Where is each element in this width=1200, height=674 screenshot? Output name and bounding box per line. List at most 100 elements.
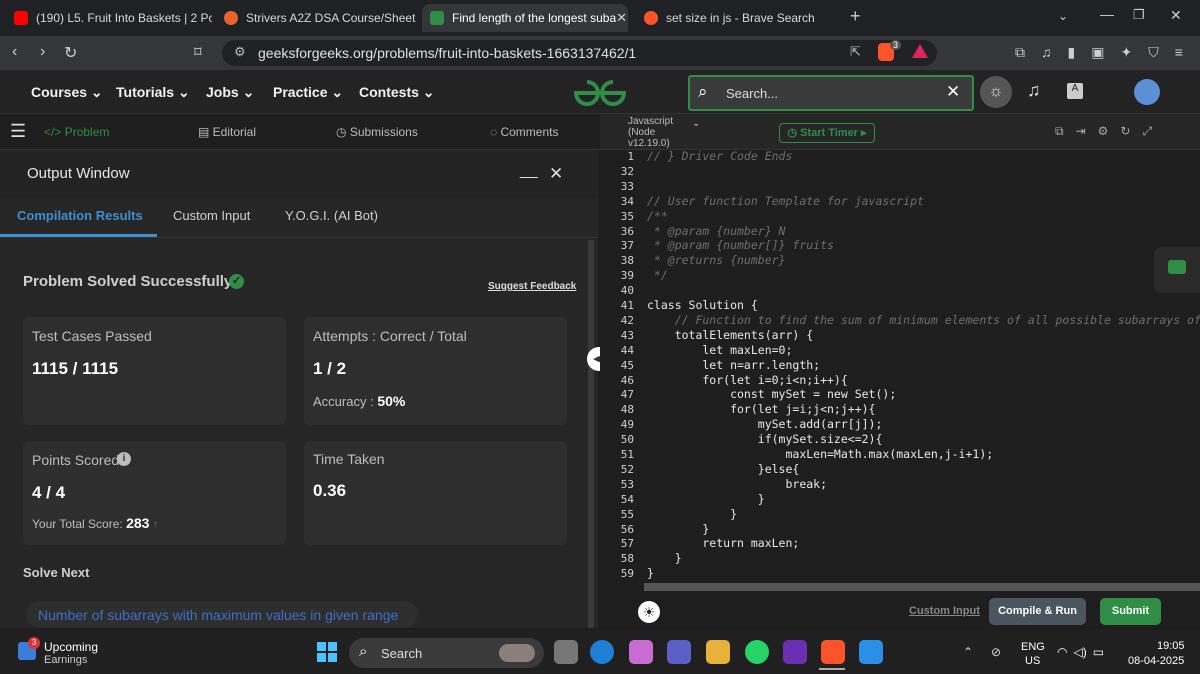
code-line[interactable]: maxLen=Math.max(maxLen,j-i+1);: [647, 447, 1200, 461]
avatar[interactable]: [1134, 79, 1160, 105]
code-line[interactable]: const mySet = new Set();: [647, 387, 1200, 401]
code-line[interactable]: totalElements(arr) {: [647, 328, 1200, 342]
file-explorer-icon[interactable]: [706, 640, 730, 664]
close-window-icon[interactable]: ✕: [1170, 7, 1182, 24]
vscode-icon[interactable]: [859, 640, 883, 664]
browser-tab-brave-search[interactable]: set size in js - Brave Search: [636, 4, 836, 32]
code-line[interactable]: }else{: [647, 462, 1200, 476]
info-icon[interactable]: i: [117, 452, 131, 466]
code-line[interactable]: * @param {number} N: [647, 224, 1200, 238]
lightbulb-icon[interactable]: ☀: [638, 601, 660, 623]
copilot-icon[interactable]: [629, 640, 653, 664]
code-line[interactable]: if(mySet.size<=2){: [647, 432, 1200, 446]
copy-icon[interactable]: ⧉: [1055, 124, 1064, 139]
code-line[interactable]: /**: [647, 209, 1200, 223]
edge-icon[interactable]: [590, 640, 614, 664]
code-line[interactable]: let n=arr.length;: [647, 358, 1200, 372]
code-line[interactable]: }: [647, 492, 1200, 506]
whatsapp-icon[interactable]: [745, 640, 769, 664]
back-icon[interactable]: ‹: [12, 43, 17, 61]
code-line[interactable]: * @returns {number}: [647, 253, 1200, 267]
system-tray[interactable]: ◠ ◁) ▭: [1057, 645, 1104, 659]
task-view-icon[interactable]: [554, 640, 578, 664]
code-line[interactable]: }: [647, 551, 1200, 565]
vpn-icon[interactable]: ⛉: [1148, 44, 1159, 61]
chevron-down-icon[interactable]: ⌄: [692, 118, 700, 129]
brave-rewards-icon[interactable]: [912, 44, 928, 58]
widget-title[interactable]: Upcoming: [44, 640, 98, 654]
code-line[interactable]: * @param {number[]} fruits: [647, 238, 1200, 252]
horizontal-scrollbar[interactable]: [644, 583, 1200, 591]
tab-custom-input[interactable]: Custom Input: [173, 208, 250, 223]
location-off-icon[interactable]: ⊘: [991, 645, 1001, 659]
custom-input-link[interactable]: Custom Input: [909, 605, 980, 617]
code-line[interactable]: }: [647, 566, 1200, 580]
menu-tutorials[interactable]: Tutorials ⌄: [116, 84, 190, 101]
tab-compilation-results[interactable]: Compilation Results: [17, 208, 143, 223]
tab-submissions[interactable]: ◷ Submissions: [336, 125, 418, 139]
close-tab-icon[interactable]: ✕: [616, 10, 627, 26]
forward-icon[interactable]: ›: [40, 43, 45, 61]
notification-bell-icon[interactable]: ♫: [1027, 80, 1041, 101]
brave-icon[interactable]: [821, 640, 845, 664]
code-line[interactable]: for(let j=i;j<n;j++){: [647, 402, 1200, 416]
chevron-down-icon[interactable]: ⌄: [1058, 9, 1068, 23]
fullscreen-icon[interactable]: ⤢: [1142, 124, 1152, 139]
start-timer-button[interactable]: ◷ Start Timer ▸: [779, 123, 875, 143]
tab-problem[interactable]: </> Problem: [44, 125, 109, 139]
reset-icon[interactable]: ↻: [1120, 124, 1130, 139]
code-line[interactable]: return maxLen;: [647, 536, 1200, 550]
clock-time[interactable]: 19:05: [1157, 640, 1185, 652]
wallet-icon[interactable]: ▣: [1091, 44, 1104, 61]
translate-icon[interactable]: A: [1067, 83, 1083, 99]
code-line[interactable]: }: [647, 507, 1200, 521]
suggest-feedback-link[interactable]: Suggest Feedback: [488, 281, 576, 292]
taskbar-search[interactable]: ⌕ Search: [349, 638, 544, 668]
twitch-icon[interactable]: [783, 640, 807, 664]
compile-run-button[interactable]: Compile & Run: [989, 598, 1086, 625]
code-line[interactable]: let maxLen=0;: [647, 343, 1200, 357]
url-bar[interactable]: ⚙ geeksforgeeks.org/problems/fruit-into-…: [222, 40, 937, 66]
share-icon[interactable]: ⇱: [850, 44, 861, 60]
gfg-logo[interactable]: [572, 78, 628, 108]
chat-widget[interactable]: [1154, 247, 1200, 293]
sidebar-icon[interactable]: ▮: [1068, 44, 1076, 61]
teams-icon[interactable]: [667, 640, 691, 664]
code-line[interactable]: // User function Template for javascript: [647, 194, 1200, 208]
extensions-icon[interactable]: ⧉: [1015, 44, 1025, 61]
hamburger-menu-icon[interactable]: ☰: [10, 122, 30, 140]
settings-icon[interactable]: ⚙: [1098, 124, 1109, 139]
browser-tab-youtube[interactable]: (190) L5. Fruit Into Baskets | 2 Pointe: [6, 4, 212, 32]
code-line[interactable]: }: [647, 522, 1200, 536]
search-input[interactable]: Search...: [726, 86, 778, 101]
minimize-output-icon[interactable]: __: [520, 162, 538, 180]
code-line[interactable]: for(let i=0;i<n;i++){: [647, 373, 1200, 387]
lang-code[interactable]: ENG: [1021, 641, 1045, 653]
browser-tab-gfg[interactable]: Find length of the longest suba ✕: [422, 4, 628, 32]
menu-contests[interactable]: Contests ⌄: [359, 84, 435, 101]
close-output-icon[interactable]: ✕: [549, 164, 563, 184]
language-select[interactable]: Javascript (Node v12.19.0): [628, 116, 688, 149]
menu-icon[interactable]: ≡: [1175, 44, 1183, 61]
chevron-up-icon[interactable]: ⌃: [963, 645, 973, 659]
windows-start-icon[interactable]: [317, 642, 337, 662]
code-line[interactable]: // } Driver Code Ends: [647, 149, 1200, 163]
code-line[interactable]: */: [647, 268, 1200, 282]
minimize-icon[interactable]: —: [1100, 6, 1114, 22]
restore-icon[interactable]: ❐: [1133, 7, 1145, 23]
code-line[interactable]: class Solution {: [647, 298, 1200, 312]
import-icon[interactable]: ⇥: [1076, 124, 1086, 139]
tab-comments[interactable]: ◌ Comments: [490, 125, 558, 139]
leo-ai-icon[interactable]: ✦: [1120, 44, 1132, 61]
new-tab-icon[interactable]: +: [850, 6, 861, 27]
tab-yogi-ai-bot[interactable]: Y.O.G.I. (AI Bot): [285, 208, 378, 223]
browser-tab-striver[interactable]: Strivers A2Z DSA Course/Sheet - Cr: [216, 4, 416, 32]
menu-jobs[interactable]: Jobs ⌄: [206, 84, 254, 101]
site-info-icon[interactable]: ⚙: [234, 44, 246, 60]
code-line[interactable]: // Function to find the sum of minimum e…: [647, 313, 1200, 327]
code-line[interactable]: mySet.add(arr[j]);: [647, 417, 1200, 431]
theme-toggle-icon[interactable]: ☼: [980, 76, 1012, 108]
clear-search-icon[interactable]: ✕: [946, 82, 960, 102]
menu-practice[interactable]: Practice ⌄: [273, 84, 343, 101]
search-box[interactable]: ⌕ Search... ✕: [688, 75, 974, 111]
